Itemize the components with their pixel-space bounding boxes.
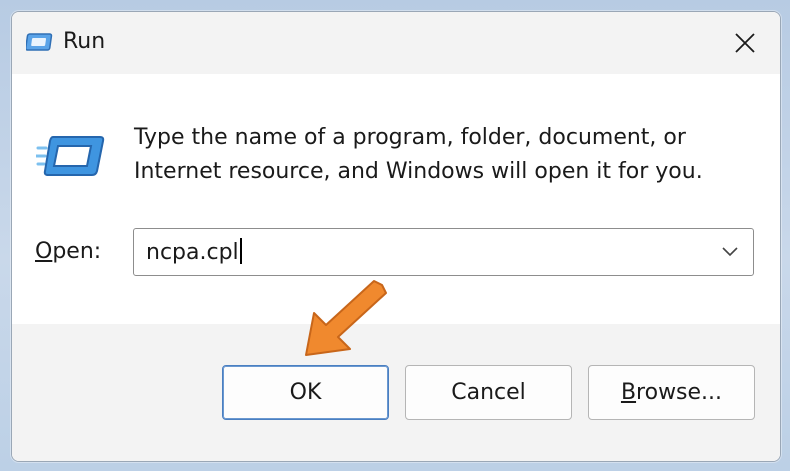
window-title: Run	[63, 29, 106, 54]
open-label: Open:	[35, 239, 101, 264]
open-input-value: ncpa.cpl	[146, 240, 239, 265]
chevron-down-icon	[722, 247, 738, 257]
open-label-mnemonic: O	[35, 239, 53, 264]
run-dialog: Run Type the name of a program, folder, …	[11, 11, 781, 462]
run-app-icon	[34, 131, 106, 181]
cancel-button[interactable]: Cancel	[405, 365, 572, 420]
dropdown-button[interactable]	[717, 239, 743, 265]
title-bar: Run	[12, 12, 780, 74]
run-icon	[24, 32, 54, 54]
text-caret	[239, 238, 242, 264]
description-text: Type the name of a program, folder, docu…	[134, 125, 703, 184]
open-input[interactable]: ncpa.cpl	[146, 238, 242, 265]
dialog-content: Type the name of a program, folder, docu…	[12, 74, 780, 324]
ok-button[interactable]: OK	[222, 365, 389, 420]
button-bar: OK Cancel Browse...	[12, 324, 780, 461]
browse-mnemonic: B	[620, 380, 637, 405]
browse-label: rowse...	[636, 380, 723, 405]
open-label-text: pen:	[52, 239, 102, 264]
open-combobox[interactable]: ncpa.cpl	[133, 228, 754, 276]
close-button[interactable]	[722, 24, 768, 62]
close-icon	[735, 33, 755, 53]
browse-button[interactable]: Browse...	[588, 365, 755, 420]
